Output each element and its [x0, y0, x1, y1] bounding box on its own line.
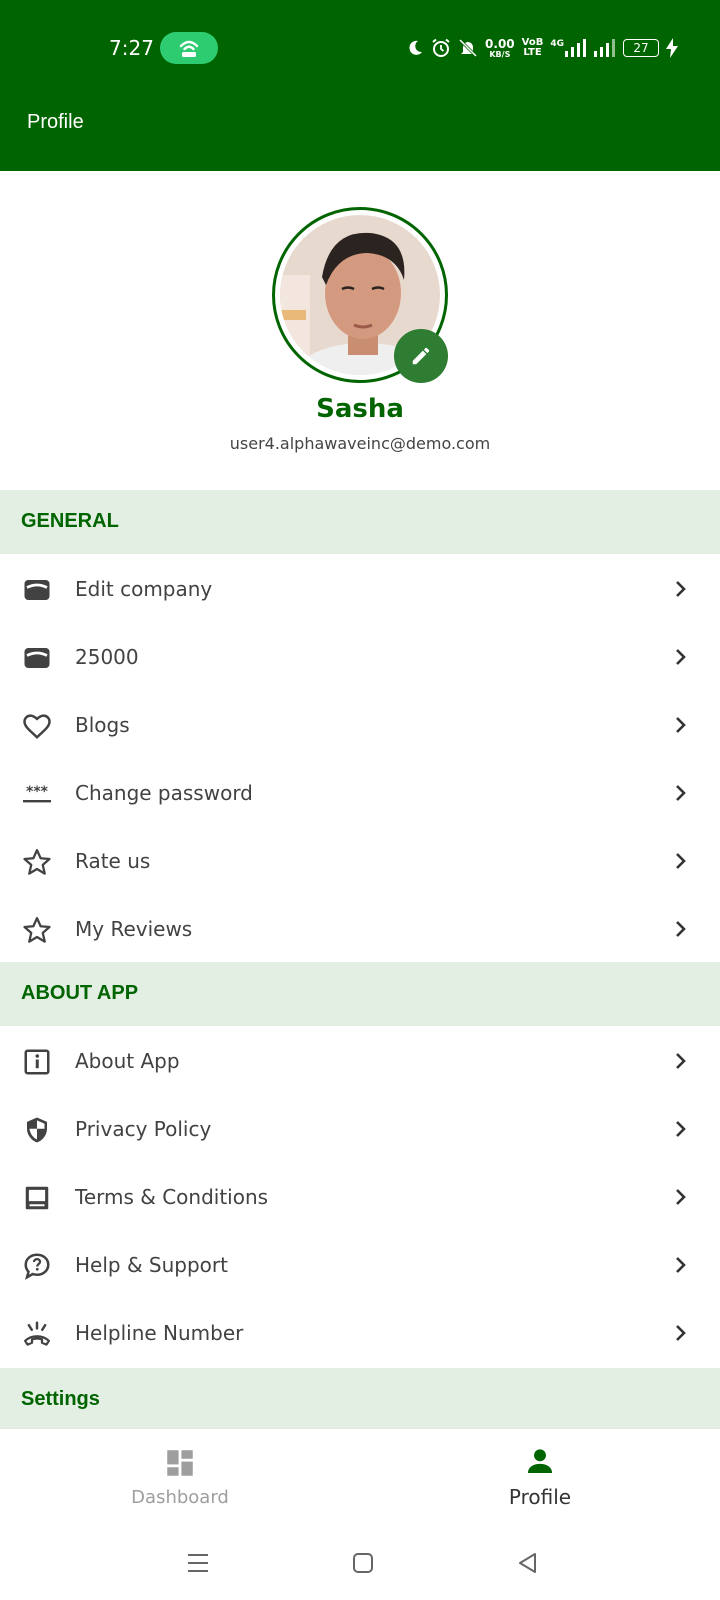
hotspot-indicator[interactable] — [160, 32, 218, 64]
svg-text:***: *** — [26, 784, 49, 800]
data-rate-unit: KB/S — [489, 49, 511, 59]
page-title: Profile — [27, 111, 84, 133]
menu-item-balance[interactable]: 25000 — [0, 623, 720, 691]
menu-item-label: 25000 — [75, 645, 139, 669]
section-title: GENERAL — [21, 510, 119, 532]
chevron-right-icon — [676, 1325, 686, 1341]
back-button[interactable] — [513, 1548, 543, 1578]
menu-item-label: Privacy Policy — [75, 1117, 212, 1141]
mute-bell-icon — [458, 38, 478, 58]
avatar-container — [272, 207, 448, 383]
moon-icon — [409, 40, 423, 55]
menu-item-my-reviews[interactable]: My Reviews — [0, 895, 720, 963]
profile-name: Sasha — [316, 394, 404, 424]
menu-item-label: Blogs — [75, 713, 130, 737]
wallet-icon — [20, 641, 54, 675]
home-square-icon — [353, 1553, 373, 1573]
back-triangle-icon — [519, 1553, 536, 1573]
alarm-icon — [432, 38, 450, 57]
chevron-right-icon — [676, 785, 686, 801]
menu-item-label: About App — [75, 1049, 180, 1073]
signal-icon — [565, 39, 586, 57]
chevron-right-icon — [676, 921, 686, 937]
password-icon: *** — [20, 777, 54, 811]
nav-dashboard[interactable]: Dashboard — [0, 1429, 360, 1521]
status-time: 7:27 — [109, 36, 154, 60]
menu-item-label: My Reviews — [75, 917, 193, 941]
signal-2-icon — [594, 39, 615, 57]
menu-item-edit-company[interactable]: Edit company — [0, 555, 720, 623]
status-bar: 7:27 0.00 KB/S VoB LTE 4G 27 — [0, 28, 720, 68]
star-icon — [20, 845, 54, 879]
battery-indicator: 27 — [623, 39, 659, 57]
nav-label: Dashboard — [131, 1487, 229, 1508]
profile-email: user4.alphawaveinc@demo.com — [229, 434, 491, 453]
menu-item-label: Edit company — [75, 577, 213, 601]
menu-item-about-app[interactable]: About App — [0, 1027, 720, 1095]
dashboard-icon — [162, 1445, 198, 1481]
section-title: Settings — [21, 1388, 100, 1410]
nav-profile[interactable]: Profile — [360, 1429, 720, 1521]
menu-item-rate-us[interactable]: Rate us — [0, 827, 720, 895]
star-icon — [20, 913, 54, 947]
volte-bottom: LTE — [523, 47, 542, 58]
signal-1: 4G — [550, 39, 587, 57]
section-general-header: GENERAL — [0, 490, 720, 554]
menu-item-label: Helpline Number — [75, 1321, 244, 1345]
menu-icon — [188, 1554, 208, 1572]
status-icons: 0.00 KB/S VoB LTE 4G 27 — [406, 34, 678, 62]
chevron-right-icon — [676, 581, 686, 597]
pencil-icon — [412, 347, 430, 365]
nav-label: Profile — [508, 1485, 572, 1509]
person-icon — [522, 1443, 558, 1479]
menu-item-label: Change password — [75, 781, 253, 805]
menu-item-label: Help & Support — [75, 1253, 228, 1277]
menu-item-change-password[interactable]: *** Change password — [0, 759, 720, 827]
chevron-right-icon — [676, 1189, 686, 1205]
edit-avatar-button[interactable] — [394, 329, 448, 383]
hotspot-icon — [179, 40, 199, 57]
phone-ringing-icon — [20, 1317, 54, 1351]
chevron-right-icon — [676, 1257, 686, 1273]
menu-item-help-support[interactable]: Help & Support — [0, 1231, 720, 1299]
document-icon — [20, 1181, 54, 1215]
info-icon — [20, 1045, 54, 1079]
chevron-right-icon — [676, 1053, 686, 1069]
section-title: ABOUT APP — [21, 982, 139, 1004]
menu-item-blogs[interactable]: Blogs — [0, 691, 720, 759]
help-icon — [20, 1249, 54, 1283]
data-rate: 0.00 KB/S — [485, 38, 515, 59]
volte-indicator: VoB LTE — [522, 38, 544, 58]
chevron-right-icon — [676, 717, 686, 733]
recent-apps-button[interactable] — [183, 1548, 213, 1578]
battery-level: 27 — [633, 41, 649, 55]
app-bar: 7:27 0.00 KB/S VoB LTE 4G 27 Profile — [0, 0, 720, 171]
menu-item-helpline-number[interactable]: Helpline Number — [0, 1299, 720, 1367]
network-type: 4G — [550, 39, 564, 49]
menu-item-label: Terms & Conditions — [75, 1185, 269, 1209]
data-rate-value: 0.00 — [485, 36, 515, 51]
bottom-navigation: Dashboard Profile — [0, 1428, 720, 1520]
heart-icon — [20, 709, 54, 743]
wallet-icon — [20, 573, 54, 607]
shield-icon — [20, 1113, 54, 1147]
chevron-right-icon — [676, 1121, 686, 1137]
section-settings-header: Settings — [0, 1368, 720, 1432]
chevron-right-icon — [676, 853, 686, 869]
chevron-right-icon — [676, 649, 686, 665]
menu-item-terms-conditions[interactable]: Terms & Conditions — [0, 1163, 720, 1231]
home-button[interactable] — [348, 1548, 378, 1578]
charging-icon — [666, 38, 678, 58]
section-about-header: ABOUT APP — [0, 962, 720, 1026]
menu-item-privacy-policy[interactable]: Privacy Policy — [0, 1095, 720, 1163]
system-navigation-bar — [0, 1520, 720, 1600]
menu-item-label: Rate us — [75, 849, 151, 873]
